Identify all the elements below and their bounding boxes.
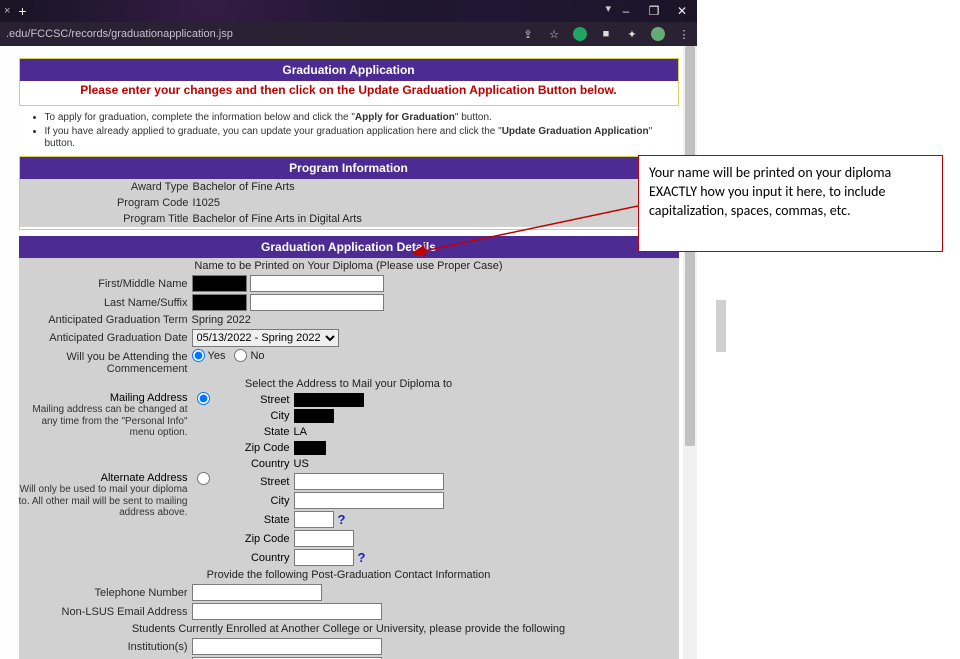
kebab-menu-icon[interactable]: ⋮ [677, 27, 691, 41]
country-help-icon[interactable]: ? [358, 550, 366, 565]
annotation-callout: Your name will be printed on your diplom… [638, 155, 943, 252]
award-type-value: Bachelor of Fine Arts [193, 181, 678, 193]
last-suffix-label: Last Name/Suffix [19, 297, 192, 309]
name-subtitle: Name to be Printed on Your Diploma (Plea… [19, 258, 679, 274]
first-name-input[interactable] [192, 275, 247, 292]
telephone-label: Telephone Number [19, 587, 192, 599]
alt-city-label: City [216, 495, 294, 507]
suffix-input[interactable] [250, 294, 384, 311]
email-input[interactable] [192, 603, 382, 620]
alternate-address-radio[interactable] [197, 472, 210, 485]
anticipated-term-value: Spring 2022 [192, 314, 679, 326]
alt-state-input[interactable] [294, 511, 334, 528]
program-info-header: Program Information [20, 157, 678, 179]
mailing-city-value [294, 409, 334, 423]
institution-input[interactable] [192, 638, 382, 655]
share-icon[interactable]: ⇪ [521, 27, 535, 41]
first-middle-label: First/Middle Name [19, 278, 192, 290]
change-instruction: Please enter your changes and then click… [20, 81, 678, 99]
mailing-address-label: Mailing Address [110, 392, 188, 404]
graduation-date-select[interactable]: 05/13/2022 - Spring 2022 [192, 329, 339, 347]
alt-zip-input[interactable] [294, 530, 354, 547]
url-text[interactable]: .edu/FCCSC/records/graduationapplication… [6, 28, 513, 40]
mailing-address-radio[interactable] [197, 392, 210, 405]
puzzle-icon[interactable]: ✦ [625, 27, 639, 41]
alternate-address-note: Will only be used to mail your diploma t… [19, 484, 188, 519]
alt-country-label: Country [216, 552, 294, 564]
street-label: Street [216, 394, 294, 406]
middle-name-input[interactable] [250, 275, 384, 292]
city-label: City [216, 410, 294, 422]
mailing-state-value: LA [294, 426, 307, 438]
bookmark-star-icon[interactable]: ☆ [547, 27, 561, 41]
award-type-label: Award Type [20, 181, 193, 193]
alt-city-input[interactable] [294, 492, 444, 509]
window-minimize-button[interactable]: – [613, 2, 639, 20]
commencement-yes-radio[interactable] [192, 349, 205, 362]
yes-label: Yes [208, 350, 226, 362]
extensions-icon[interactable]: ■ [599, 27, 613, 41]
country-label: Country [216, 458, 294, 470]
browser-tabstrip: × + ▾ – ❐ ✕ [0, 0, 697, 22]
chrome-menu-icon[interactable]: ▾ [605, 2, 611, 20]
window-restore-button[interactable]: ❐ [641, 2, 667, 20]
program-code-label: Program Code [20, 197, 193, 209]
mailing-street-value [294, 393, 364, 407]
instructions-block: To apply for graduation, complete the in… [19, 106, 679, 156]
no-label: No [250, 350, 264, 362]
program-title-value: Bachelor of Fine Arts in Digital Arts [193, 213, 678, 225]
email-label: Non-LSUS Email Address [19, 606, 192, 618]
document-scroll-indicator [716, 300, 726, 352]
page-viewport: Graduation Application Please enter your… [0, 46, 697, 659]
profile-avatar-icon[interactable] [651, 27, 665, 41]
mail-heading: Select the Address to Mail your Diploma … [19, 376, 679, 392]
state-label: State [216, 426, 294, 438]
instruction-item: If you have already applied to graduate,… [45, 126, 673, 150]
alt-street-input[interactable] [294, 473, 444, 490]
address-bar: .edu/FCCSC/records/graduationapplication… [0, 22, 697, 46]
page-title: Graduation Application [20, 59, 678, 81]
annotation-text: Your name will be printed on your diplom… [649, 164, 891, 219]
telephone-input[interactable] [192, 584, 322, 601]
alt-country-input[interactable] [294, 549, 354, 566]
alt-street-label: Street [216, 476, 294, 488]
commencement-label: Will you be Attending the Commencement [19, 349, 192, 375]
contact-heading: Provide the following Post-Graduation Co… [19, 567, 679, 583]
program-title-label: Program Title [20, 213, 193, 225]
instruction-item: To apply for graduation, complete the in… [45, 112, 673, 124]
anticipated-date-label: Anticipated Graduation Date [19, 332, 192, 344]
program-code-value: I1025 [193, 197, 678, 209]
mailing-country-value: US [294, 458, 309, 470]
mailing-zip-value [294, 441, 326, 455]
alternate-address-label: Alternate Address [101, 472, 188, 484]
details-header: Graduation Application Details [19, 236, 679, 258]
enrolled-heading: Students Currently Enrolled at Another C… [19, 621, 679, 637]
viewport-scrollbar[interactable] [683, 46, 697, 659]
state-help-icon[interactable]: ? [338, 512, 346, 527]
anticipated-term-label: Anticipated Graduation Term [19, 314, 192, 326]
extension-badge-icon[interactable] [573, 27, 587, 41]
commencement-no-radio[interactable] [234, 349, 247, 362]
new-tab-button[interactable]: + [10, 2, 34, 20]
zip-label: Zip Code [216, 442, 294, 454]
window-close-button[interactable]: ✕ [669, 2, 695, 20]
mailing-address-note: Mailing address can be changed at any ti… [19, 404, 188, 439]
institution-label: Institution(s) [19, 641, 192, 653]
alt-state-label: State [216, 514, 294, 526]
alt-zip-label: Zip Code [216, 533, 294, 545]
last-name-input[interactable] [192, 294, 247, 311]
